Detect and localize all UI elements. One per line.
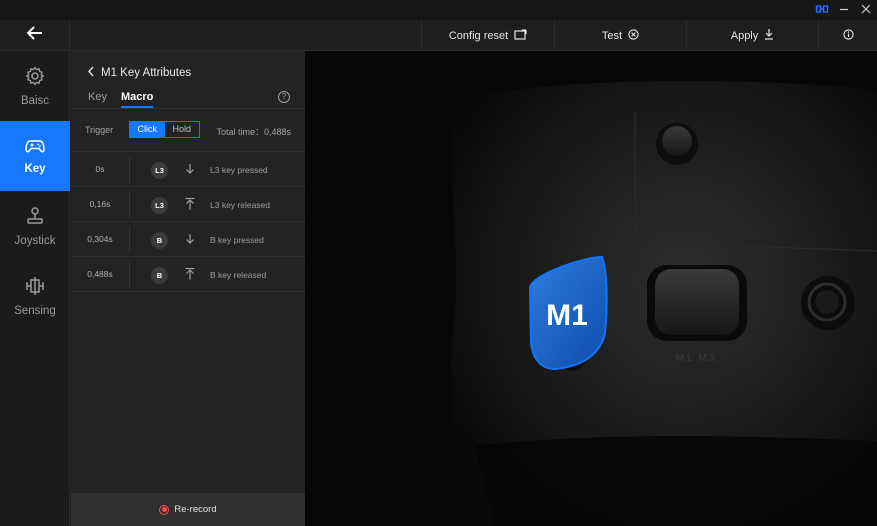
macro-row[interactable]: 0,488s B B key released — [71, 257, 305, 292]
reset-icon — [514, 28, 527, 43]
top-button — [662, 126, 692, 156]
key-badge: L3 — [151, 197, 168, 214]
back-button[interactable] — [0, 20, 70, 51]
nav-label-key: Key — [24, 162, 46, 175]
re-record-button[interactable]: Re-record — [71, 493, 305, 526]
minimize-icon[interactable] — [836, 2, 852, 18]
macro-time: 0s — [95, 164, 105, 174]
macro-description: B key released — [210, 270, 267, 280]
tab-key[interactable]: Key — [88, 91, 107, 108]
trigger-toggle: Click Hold — [129, 121, 200, 138]
row-separator — [129, 226, 130, 253]
panel-header[interactable]: M1 Key Attributes — [87, 66, 191, 80]
apply-label: Apply — [730, 29, 759, 42]
macro-description: L3 key pressed — [210, 165, 268, 175]
panel-title: M1 Key Attributes — [101, 67, 192, 79]
macro-row[interactable]: 0s L3 L3 key pressed — [71, 152, 305, 187]
macro-description: B key pressed — [210, 235, 264, 245]
macro-time: 0,304s — [87, 234, 113, 244]
arrow-up-icon — [183, 267, 197, 281]
toolbar: Config reset Test Apply — [0, 20, 877, 51]
arrow-down-icon — [183, 232, 197, 246]
row-separator — [129, 156, 130, 183]
download-icon — [764, 28, 774, 43]
arrow-up-icon — [183, 197, 197, 211]
left-nav: Baisc Key Joystick Sensing — [0, 51, 70, 526]
nav-label-sensing: Sensing — [14, 304, 56, 317]
gear-icon — [25, 66, 45, 89]
link-icon[interactable] — [814, 2, 830, 18]
controller-view: M1 M3 M1 — [305, 51, 877, 526]
trigger-option-click[interactable]: Click — [130, 122, 165, 137]
re-record-label: Re-record — [174, 504, 217, 515]
key-badge: B — [151, 267, 168, 284]
attribute-tabs: Key Macro — [88, 91, 154, 108]
title-bar — [0, 0, 877, 20]
nav-item-basic[interactable]: Baisc — [0, 51, 70, 121]
macro-row[interactable]: 0,16s L3 L3 key released — [71, 187, 305, 222]
key-badge: B — [151, 232, 168, 249]
controller-shadow — [475, 436, 877, 526]
key-badge: L3 — [151, 162, 168, 179]
macro-row[interactable]: 0,304s B B key pressed — [71, 222, 305, 257]
test-label: Test — [601, 29, 623, 42]
controller-illustration: M1 M3 M1 — [451, 81, 877, 526]
arrow-left-icon — [26, 26, 44, 45]
nav-item-key[interactable]: Key — [0, 121, 70, 191]
macro-description: L3 key released — [210, 200, 271, 210]
gamepad-icon — [25, 138, 45, 157]
nav-item-sensing[interactable]: Sensing — [0, 261, 70, 331]
tab-macro[interactable]: Macro — [120, 91, 154, 108]
joystick-icon — [25, 206, 45, 229]
divider — [71, 108, 305, 109]
m1-label: M1 — [546, 299, 588, 332]
sensing-icon — [25, 276, 45, 299]
trigger-option-hold[interactable]: Hold — [165, 122, 200, 137]
nav-label-joystick: Joystick — [14, 234, 56, 247]
chevron-left-icon[interactable] — [87, 66, 95, 80]
arrow-down-icon — [183, 162, 197, 176]
config-reset-label: Config reset — [448, 29, 509, 42]
close-icon[interactable] — [858, 2, 874, 18]
right-button — [815, 290, 839, 314]
total-time: Total time：0,488s — [216, 127, 291, 137]
device-engraving: M1 M3 — [676, 353, 717, 364]
trigger-label: Trigger — [85, 125, 114, 135]
macro-time: 0,488s — [87, 269, 113, 279]
row-separator — [129, 261, 130, 288]
apply-button[interactable]: Apply — [686, 20, 818, 51]
macro-time: 0,16s — [89, 199, 111, 209]
nav-item-joystick[interactable]: Joystick — [0, 191, 70, 261]
test-button[interactable]: Test — [554, 20, 686, 51]
row-separator — [129, 191, 130, 218]
info-button[interactable] — [818, 20, 877, 51]
help-icon[interactable]: ? — [278, 91, 290, 103]
key-attributes-panel: M1 Key Attributes Key Macro ? Trigger Cl… — [71, 51, 305, 526]
nav-label-basic: Baisc — [20, 94, 50, 107]
record-icon — [159, 504, 170, 515]
config-reset-button[interactable]: Config reset — [421, 20, 554, 51]
circle-x-icon — [628, 28, 639, 43]
info-icon — [842, 28, 854, 43]
m3-button — [655, 269, 739, 335]
